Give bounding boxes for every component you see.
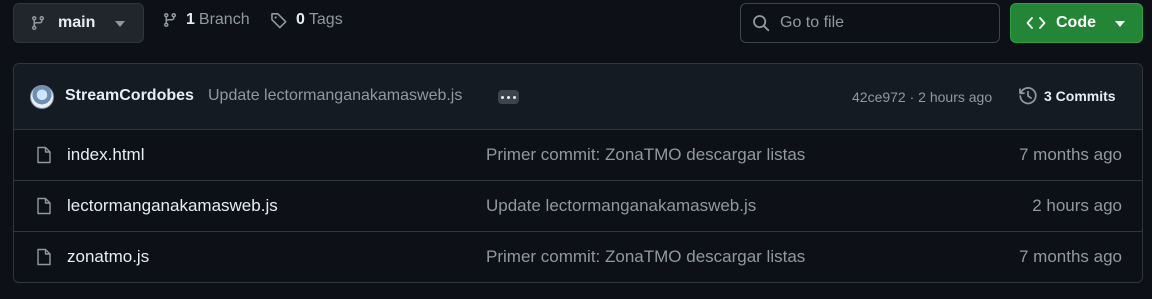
commit-message[interactable]: Update lectormanganakamasweb.js [208,87,462,105]
code-button[interactable]: Code [1010,3,1143,43]
caret-down-icon [1115,21,1125,27]
ellipsis-dot [513,95,516,99]
go-to-file-search[interactable] [740,3,1000,43]
commit-sha-time[interactable]: 42ce972 · 2 hours ago [852,89,992,105]
file-row: index.html Primer commit: ZonaTMO descar… [14,130,1142,181]
history-icon [1019,87,1037,105]
git-branch-icon [163,13,176,28]
code-icon [1026,17,1046,29]
tags-link[interactable]: 0 Tags [270,11,343,29]
repo-toolbar: main 1 Branch 0 Tags Code [0,0,1152,46]
avatar[interactable] [30,85,54,109]
ellipsis-dot [507,95,510,99]
branches-link[interactable]: 1 Branch [162,11,250,29]
expand-commit-button[interactable] [498,90,519,104]
file-name-link[interactable]: index.html [67,145,144,165]
file-icon [37,248,51,266]
search-input[interactable] [780,14,980,32]
file-commit-message[interactable]: Update lectormanganakamasweb.js [486,196,756,216]
file-commit-time: 2 hours ago [1032,196,1122,215]
file-icon [37,146,51,164]
file-icon [37,197,51,215]
caret-down-icon [115,21,125,27]
file-commit-time: 7 months ago [1018,247,1122,266]
ellipsis-icon [501,95,504,99]
latest-commit-bar: StreamCordobes Update lectormanganakamas… [14,64,1142,130]
file-name-link[interactable]: lectormanganakamasweb.js [67,196,278,216]
git-branch-icon [31,16,44,31]
file-row: zonatmo.js Primer commit: ZonaTMO descar… [14,232,1142,282]
branch-selector-button[interactable]: main [13,3,144,43]
branch-name: main [58,14,96,31]
file-row: lectormanganakamasweb.js Update lectorma… [14,181,1142,232]
code-button-label: Code [1056,14,1096,31]
tag-icon [271,13,287,29]
commit-author[interactable]: StreamCordobes [65,87,194,105]
file-browser: StreamCordobes Update lectormanganakamas… [13,63,1143,283]
file-commit-message[interactable]: Primer commit: ZonaTMO descargar listas [486,247,805,267]
file-commit-time: 7 months ago [1018,145,1122,164]
tag-count: 0 [296,11,305,28]
commits-link[interactable]: 3 Commits [1018,86,1116,106]
branch-label: Branch [198,11,250,28]
file-commit-message[interactable]: Primer commit: ZonaTMO descargar listas [486,145,805,165]
commits-count-label: 3 Commits [1044,88,1116,104]
branch-count: 1 [186,11,195,28]
file-name-link[interactable]: zonatmo.js [67,247,149,267]
search-icon [753,15,770,32]
tag-label: Tags [308,11,343,28]
